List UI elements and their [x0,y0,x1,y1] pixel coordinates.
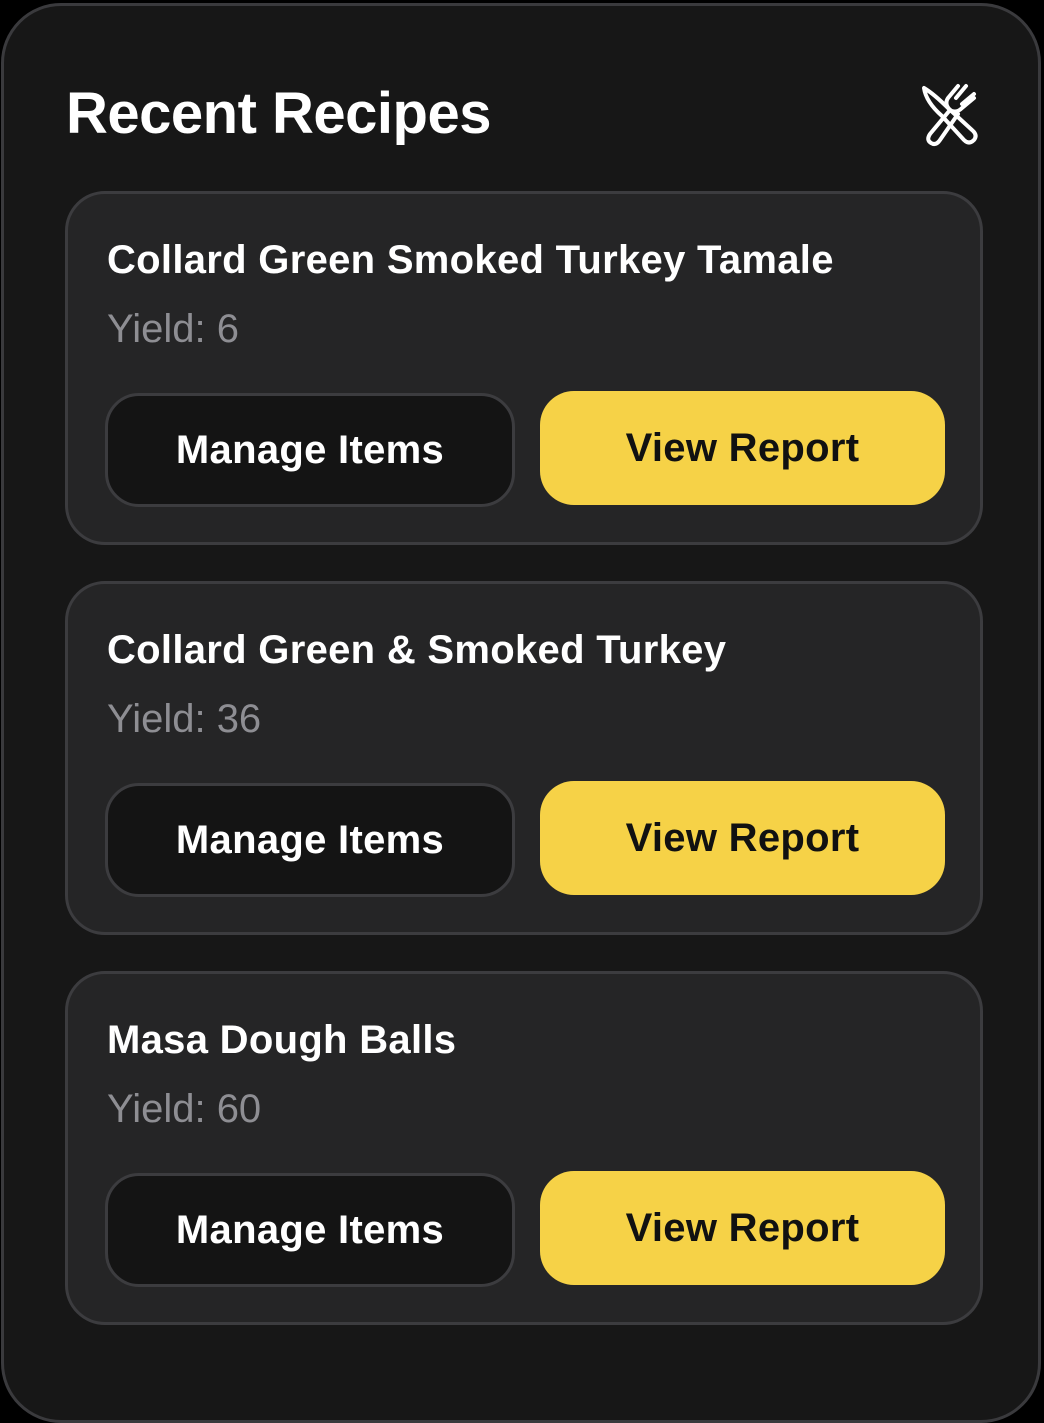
utensils-crossed-icon[interactable] [916,80,984,148]
recipe-list: Collard Green Smoked Turkey Tamale Yield… [65,191,983,1361]
manage-items-button[interactable]: Manage Items [105,1173,515,1287]
recipe-card: Collard Green Smoked Turkey Tamale Yield… [65,191,983,545]
view-report-button[interactable]: View Report [540,781,945,895]
recipe-name: Collard Green & Smoked Turkey [107,628,727,672]
recipe-yield: Yield: 6 [107,307,239,351]
recipe-yield: Yield: 60 [107,1087,262,1131]
manage-items-button[interactable]: Manage Items [105,783,515,897]
recipe-card: Masa Dough Balls Yield: 60 Manage Items … [65,971,983,1325]
panel-title: Recent Recipes [66,81,491,146]
recipe-name: Collard Green Smoked Turkey Tamale [107,238,834,282]
view-report-button[interactable]: View Report [540,391,945,505]
view-report-button[interactable]: View Report [540,1171,945,1285]
recipe-card: Collard Green & Smoked Turkey Yield: 36 … [65,581,983,935]
recipe-yield: Yield: 36 [107,697,262,741]
recipe-name: Masa Dough Balls [107,1018,457,1062]
recent-recipes-panel: Recent Recipes Collard Green Smoked Turk… [1,3,1041,1423]
manage-items-button[interactable]: Manage Items [105,393,515,507]
